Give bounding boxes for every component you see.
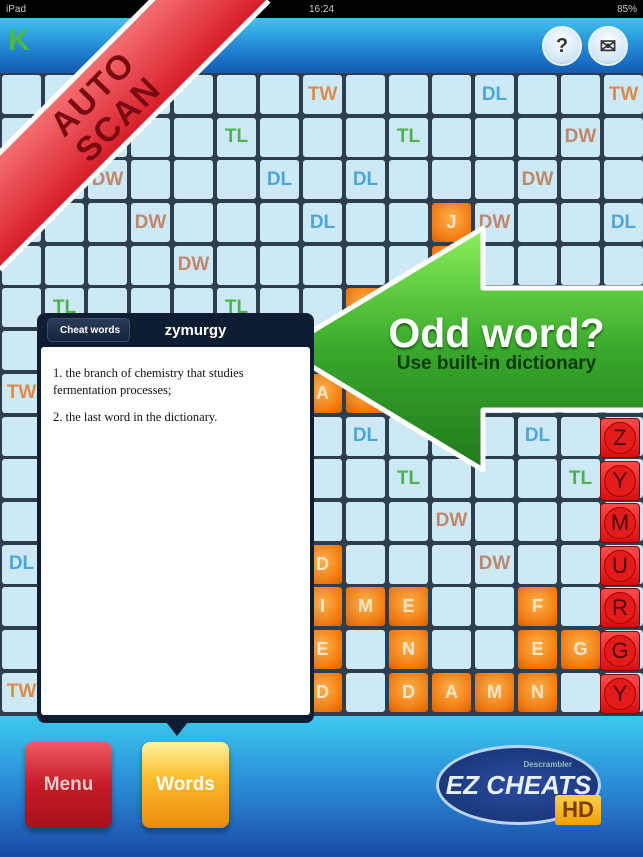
callout-headline: Odd word? (388, 310, 605, 356)
definition-item: 1. the branch of chemistry that studies … (53, 366, 244, 397)
callout-text: Odd word? Use built-in dictionary (350, 310, 643, 375)
hd-badge: HD (555, 795, 601, 825)
popover-header: Cheat words zymurgy (41, 313, 310, 347)
cheat-words-back-button[interactable]: Cheat words (47, 318, 131, 342)
definition-item: 2. the last word in the dictionary. (53, 410, 218, 424)
words-button[interactable]: Words (142, 742, 229, 828)
brand-tag: Descrambler (523, 760, 572, 769)
menu-button[interactable]: Menu (25, 742, 112, 828)
definition-body: 1. the branch of chemistry that studies … (41, 347, 310, 715)
popover-pointer (166, 722, 188, 736)
popover-title: zymurgy (164, 321, 227, 339)
dictionary-popover: Cheat words zymurgy 1. the branch of che… (37, 313, 314, 723)
